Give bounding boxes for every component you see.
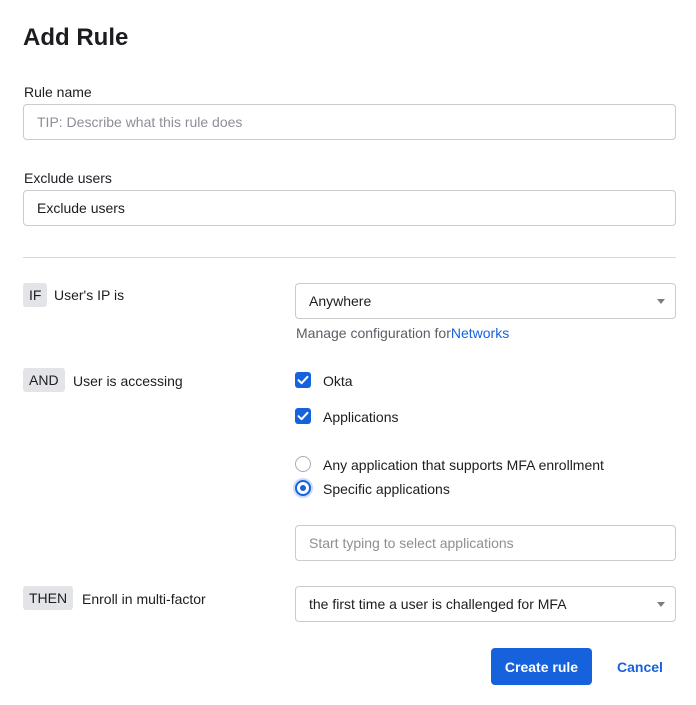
specific-applications-radio[interactable] (295, 480, 311, 496)
application-search-input[interactable] (295, 525, 676, 561)
then-tag: THEN (23, 586, 74, 610)
create-rule-button[interactable]: Create rule (491, 648, 592, 685)
ip-select-value: Anywhere (309, 293, 372, 309)
mfa-enroll-select[interactable]: the first time a user is challenged for … (295, 586, 676, 622)
any-application-radio-label: Any application that supports MFA enroll… (323, 457, 604, 473)
any-application-radio-row[interactable]: Any application that supports MFA enroll… (295, 456, 675, 476)
if-condition-label: User's IP is (54, 287, 125, 303)
exclude-users-input[interactable] (23, 190, 676, 226)
mfa-enroll-select-value: the first time a user is challenged for … (309, 596, 567, 612)
check-icon (297, 375, 309, 385)
manage-config-prefix: Manage configuration for (296, 325, 451, 341)
caret-down-icon (657, 602, 665, 607)
applications-checkbox-row[interactable]: Applications (295, 408, 595, 428)
then-action-label: Enroll in multi-factor (82, 591, 206, 607)
applications-checkbox[interactable] (295, 408, 311, 424)
any-application-radio[interactable] (295, 456, 311, 472)
applications-checkbox-label: Applications (323, 409, 399, 425)
rule-name-label: Rule name (24, 84, 92, 100)
dialog-title: Add Rule (23, 24, 129, 51)
ip-select[interactable]: Anywhere (295, 283, 676, 319)
okta-checkbox-label: Okta (323, 373, 353, 389)
caret-down-icon (657, 299, 665, 304)
networks-link[interactable]: Networks (451, 325, 509, 341)
section-divider (23, 257, 676, 258)
check-icon (297, 411, 309, 421)
okta-checkbox[interactable] (295, 372, 311, 388)
rule-name-input[interactable] (23, 104, 676, 140)
manage-config-text: Manage configuration forNetworks (296, 325, 509, 341)
specific-applications-radio-row[interactable]: Specific applications (295, 480, 675, 500)
and-tag: AND (23, 368, 65, 392)
exclude-users-label: Exclude users (24, 170, 112, 186)
cancel-button[interactable]: Cancel (606, 648, 674, 685)
if-tag: IF (23, 283, 48, 307)
okta-checkbox-row[interactable]: Okta (295, 372, 595, 392)
and-condition-label: User is accessing (73, 373, 183, 389)
specific-applications-radio-label: Specific applications (323, 481, 450, 497)
